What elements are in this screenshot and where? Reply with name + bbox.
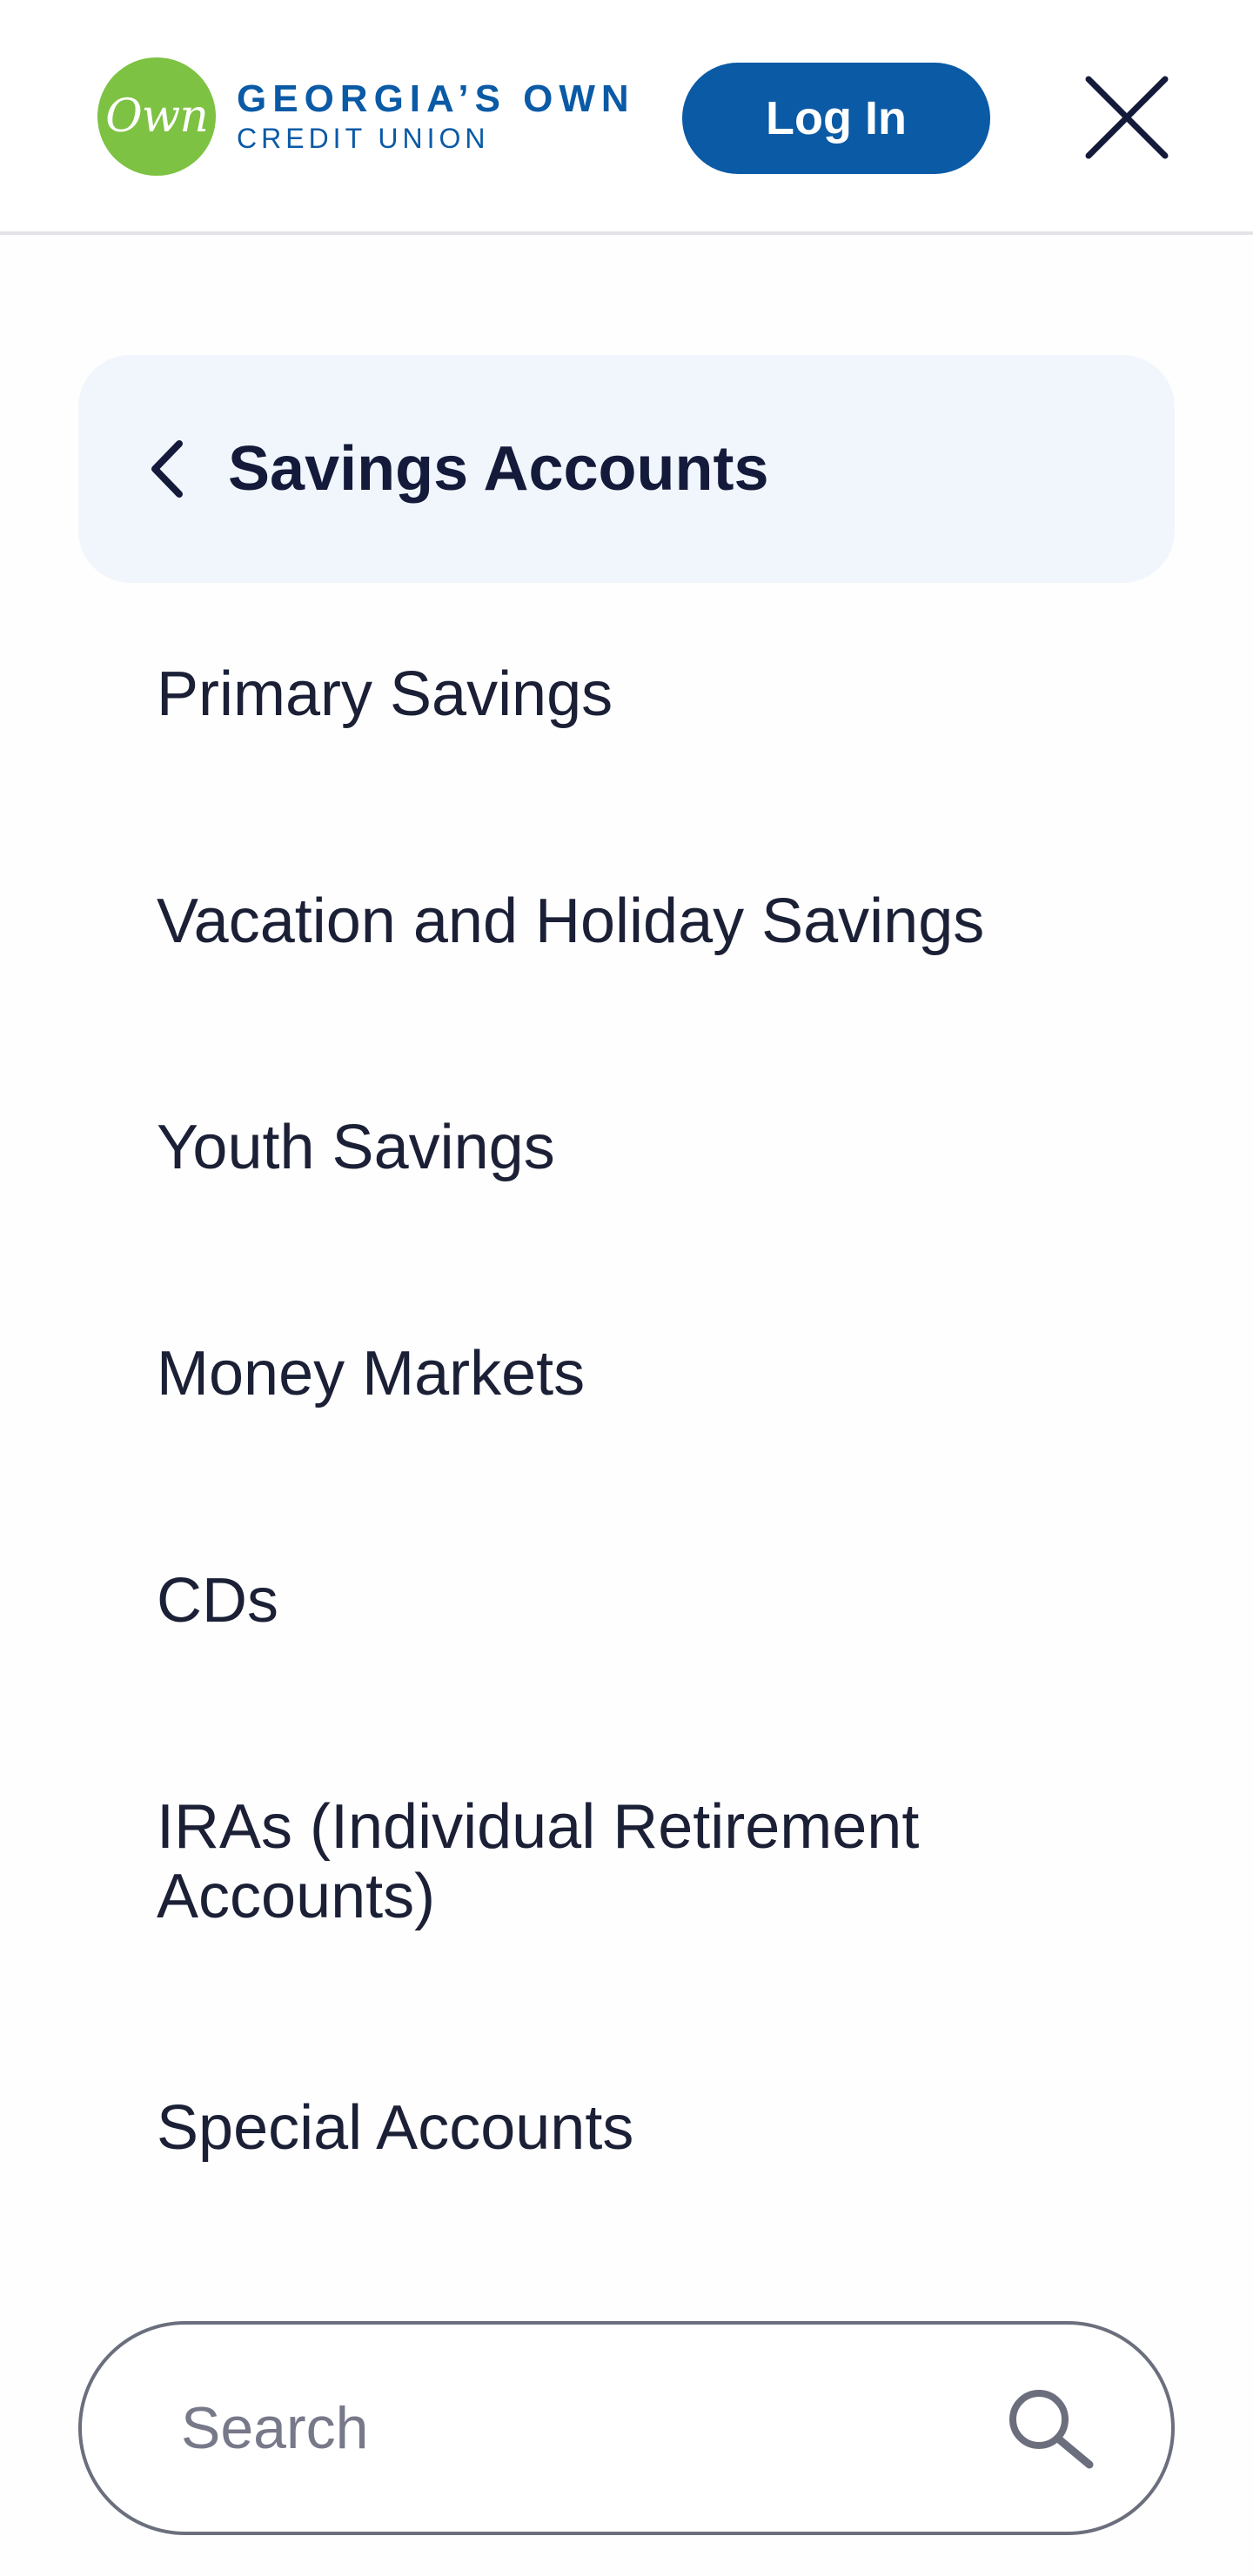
logo-wordmark: GEORGIA’S OWN CREDIT UNION	[237, 77, 635, 156]
submenu-title: Savings Accounts	[228, 434, 769, 504]
georgias-own-logo[interactable]: Own GEORGIA’S OWN CREDIT UNION	[97, 57, 635, 176]
menu-item-primary-savings[interactable]: Primary Savings	[157, 659, 1114, 729]
submenu-back-button[interactable]: Savings Accounts	[78, 355, 1175, 583]
close-icon	[1085, 76, 1169, 159]
search-bar	[78, 2321, 1175, 2535]
search-icon[interactable]	[1002, 2380, 1098, 2476]
logo-line-1: GEORGIA’S OWN	[237, 77, 635, 120]
menu-item-vacation-holiday-savings[interactable]: Vacation and Holiday Savings	[157, 887, 1114, 956]
menu-item-youth-savings[interactable]: Youth Savings	[157, 1113, 1114, 1182]
logo-line-2: CREDIT UNION	[237, 123, 490, 154]
menu-item-money-markets[interactable]: Money Markets	[157, 1339, 1114, 1408]
log-in-button[interactable]: Log In	[682, 63, 990, 174]
menu-item-cds[interactable]: CDs	[157, 1566, 1114, 1636]
site-header: Own GEORGIA’S OWN CREDIT UNION Log In	[0, 0, 1253, 235]
menu-item-iras[interactable]: IRAs (Individual Retirement Accounts)	[157, 1792, 1114, 1931]
search-input[interactable]	[179, 2393, 1002, 2463]
own-logo-mark: Own	[97, 57, 216, 176]
logo-mark-text: Own	[105, 90, 209, 143]
menu-item-special-accounts[interactable]: Special Accounts	[157, 2093, 1114, 2163]
chevron-left-icon	[148, 438, 186, 499]
close-menu-button[interactable]	[1079, 70, 1175, 165]
